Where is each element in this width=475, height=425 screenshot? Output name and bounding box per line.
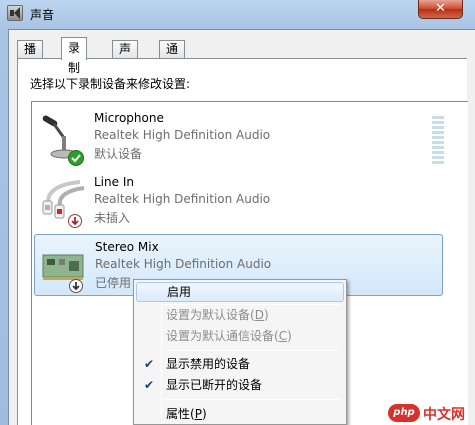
php-logo: php <box>388 404 420 422</box>
title-bar[interactable]: 声音 ✕ <box>0 0 475 28</box>
site-watermark: php 中文网 <box>388 402 473 424</box>
device-name: Microphone <box>94 111 164 125</box>
menu-item-set-default[interactable]: 设置为默认设备(D) <box>136 305 344 325</box>
menu-item-label: 启用 <box>167 285 192 299</box>
menu-separator <box>164 350 340 351</box>
menu-item-label: 显示已断开的设备 <box>166 378 263 392</box>
device-status: 已停用 <box>95 276 132 290</box>
menu-item-label: 设置为默认设备(D) <box>166 308 269 322</box>
level-meter <box>432 116 444 166</box>
device-driver: Realtek High Definition Audio <box>95 257 272 271</box>
tab-communications[interactable]: 通信 <box>159 40 186 73</box>
window-title: 声音 <box>30 8 55 22</box>
tab-sounds[interactable]: 声音 <box>112 40 139 73</box>
unplugged-arrow-icon <box>68 214 82 228</box>
menu-item-label: 属性(P) <box>166 407 207 421</box>
context-menu: 启用 设置为默认设备(D) 设置为默认通信设备(C) ✔ 显示禁用的设备 ✔ 显… <box>133 279 347 425</box>
device-name: Line In <box>94 175 134 189</box>
default-check-icon <box>68 150 84 166</box>
device-row-line-in[interactable]: Line In Realtek High Definition Audio 未插… <box>34 170 443 232</box>
instruction-text: 选择以下录制设备来修改设置: <box>30 77 191 91</box>
device-status: 未插入 <box>94 211 131 225</box>
checkmark-icon: ✔ <box>144 378 155 392</box>
menu-gutter <box>161 282 162 424</box>
close-button[interactable]: ✕ <box>418 0 463 19</box>
device-driver: Realtek High Definition Audio <box>94 128 271 142</box>
menu-item-label: 设置为默认通信设备(C) <box>166 329 292 343</box>
sound-dialog-window: 声音 ✕ 播放 录制 声音 通信 选择以下录制设备来修改设置: <box>0 0 475 425</box>
menu-item-show-disconnected[interactable]: ✔ 显示已断开的设备 <box>136 375 344 395</box>
tab-recording[interactable]: 录制 <box>61 37 88 75</box>
disabled-arrow-icon <box>69 279 83 293</box>
menu-item-enable[interactable]: 启用 <box>136 282 344 302</box>
menu-item-label: 显示禁用的设备 <box>166 357 251 371</box>
device-name: Stereo Mix <box>95 240 159 254</box>
menu-item-properties[interactable]: 属性(P) <box>136 404 344 424</box>
checkmark-icon: ✔ <box>144 357 155 371</box>
device-status: 默认设备 <box>94 147 143 161</box>
device-row-microphone[interactable]: Microphone Realtek High Definition Audio… <box>34 106 444 168</box>
menu-separator <box>164 399 340 400</box>
device-driver: Realtek High Definition Audio <box>94 192 271 206</box>
menu-item-set-default-communication[interactable]: 设置为默认通信设备(C) <box>136 326 344 346</box>
speaker-icon <box>7 5 23 21</box>
menu-item-show-disabled[interactable]: ✔ 显示禁用的设备 <box>136 354 344 374</box>
watermark-text: 中文网 <box>423 407 465 423</box>
tab-playback[interactable]: 播放 <box>17 40 44 73</box>
